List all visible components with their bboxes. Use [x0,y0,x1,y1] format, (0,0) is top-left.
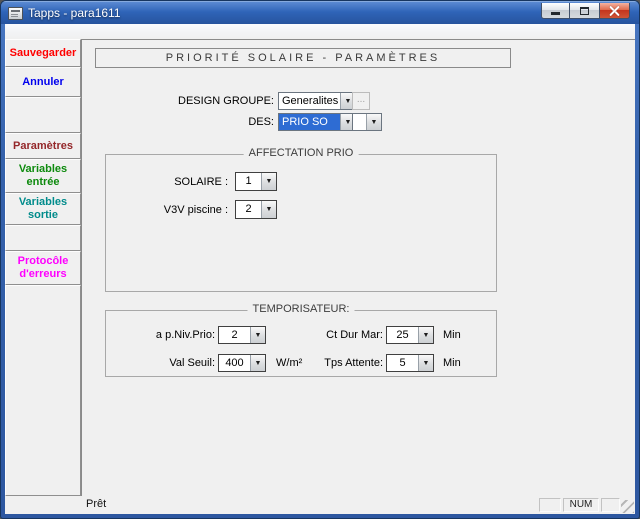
sidebar-button-variables-sortie[interactable]: Variables sortie [5,193,81,225]
status-bar: Prêt NUM [5,496,635,514]
des-value: PRIO SO [279,114,340,130]
top-strip [5,24,635,39]
chevron-down-icon[interactable]: ▼ [418,355,433,371]
window-title: Tapps - para1611 [28,6,121,20]
tps-attente-value: 5 [387,355,418,371]
sidebar-button-parametres[interactable]: Paramètres [5,133,81,159]
chevron-down-icon[interactable]: ▼ [261,201,276,218]
niv-prio-combobox[interactable]: 2 ▼ [218,326,266,344]
status-cell [601,498,620,512]
window-controls [541,3,630,19]
chevron-down-icon[interactable]: ▼ [366,114,381,130]
niv-prio-value: 2 [219,327,250,343]
maximize-icon [580,7,589,15]
solaire-label: SOLAIRE : [116,176,228,188]
ct-dur-mar-value: 25 [387,327,418,343]
temporisateur-groupbox: TEMPORISATEUR: a p.Niv.Prio: 2 ▼ Ct Dur … [105,310,497,377]
v3v-piscine-value: 2 [236,201,261,218]
solaire-combobox[interactable]: 1 ▼ [235,172,277,191]
ct-dur-mar-unit: Min [443,329,461,341]
chevron-down-icon[interactable]: ▼ [261,173,276,190]
design-groupe-combobox[interactable]: Generalites ▼ [278,92,356,110]
num-lock-indicator: NUM [563,498,599,512]
sidebar-button-annuler[interactable]: Annuler [5,67,81,97]
affectation-prio-groupbox: AFFECTATION PRIO SOLAIRE : 1 ▼ V3V pisci… [105,154,497,292]
val-seuil-combobox[interactable]: 400 ▼ [218,354,266,372]
tps-attente-combobox[interactable]: 5 ▼ [386,354,434,372]
status-text: Prêt [86,498,106,510]
sidebar-button-variables-entree[interactable]: Variables entrée [5,159,81,193]
tps-attente-label: Tps Attente: [279,357,383,369]
tps-attente-unit: Min [443,357,461,369]
maximize-button[interactable] [570,3,599,19]
val-seuil-value: 400 [219,355,250,371]
design-groupe-label: DESIGN GROUPE: [102,95,274,107]
sidebar: Sauvegarder Annuler Paramètres Variables… [5,39,81,496]
close-icon [609,5,620,16]
design-groupe-value: Generalites [279,93,340,109]
sidebar-spacer [5,97,81,133]
titlebar[interactable]: Tapps - para1611 [1,1,639,24]
minimize-button[interactable] [541,3,570,19]
app-icon [8,7,23,20]
sidebar-button-protocole-erreurs[interactable]: Protocôle d'erreurs [5,251,81,285]
v3v-piscine-label: V3V piscine : [116,204,228,216]
minimize-icon [551,12,560,15]
niv-prio-label: a p.Niv.Prio: [111,329,215,341]
ct-dur-mar-combobox[interactable]: 25 ▼ [386,326,434,344]
v3v-piscine-combobox[interactable]: 2 ▼ [235,200,277,219]
solaire-value: 1 [236,173,261,190]
client-area: Sauvegarder Annuler Paramètres Variables… [5,24,635,514]
ct-dur-mar-label: Ct Dur Mar: [279,329,383,341]
resize-grip-icon[interactable] [621,500,634,513]
app-window: Tapps - para1611 Sauvegarder Annuler Par… [0,0,640,519]
affectation-prio-title: AFFECTATION PRIO [244,147,359,159]
des-secondary-combobox[interactable]: ▼ [352,113,382,131]
sidebar-spacer [5,285,81,496]
chevron-down-icon[interactable]: ▼ [250,327,265,343]
sidebar-spacer [5,225,81,251]
sidebar-button-sauvegarder[interactable]: Sauvegarder [5,39,81,67]
temporisateur-title: TEMPORISATEUR: [248,303,355,315]
main-panel: PRIORITÉ SOLAIRE - PARAMÈTRES DESIGN GRO… [81,39,635,496]
chevron-down-icon[interactable]: ▼ [418,327,433,343]
status-cell [539,498,561,512]
des-combobox[interactable]: PRIO SO ▼ [278,113,356,131]
page-title: PRIORITÉ SOLAIRE - PARAMÈTRES [95,48,511,68]
browse-button[interactable]: ... [352,92,370,110]
val-seuil-label: Val Seuil: [111,357,215,369]
des-secondary-value [353,114,366,130]
des-label: DES: [182,116,274,128]
chevron-down-icon[interactable]: ▼ [250,355,265,371]
close-button[interactable] [599,3,630,19]
